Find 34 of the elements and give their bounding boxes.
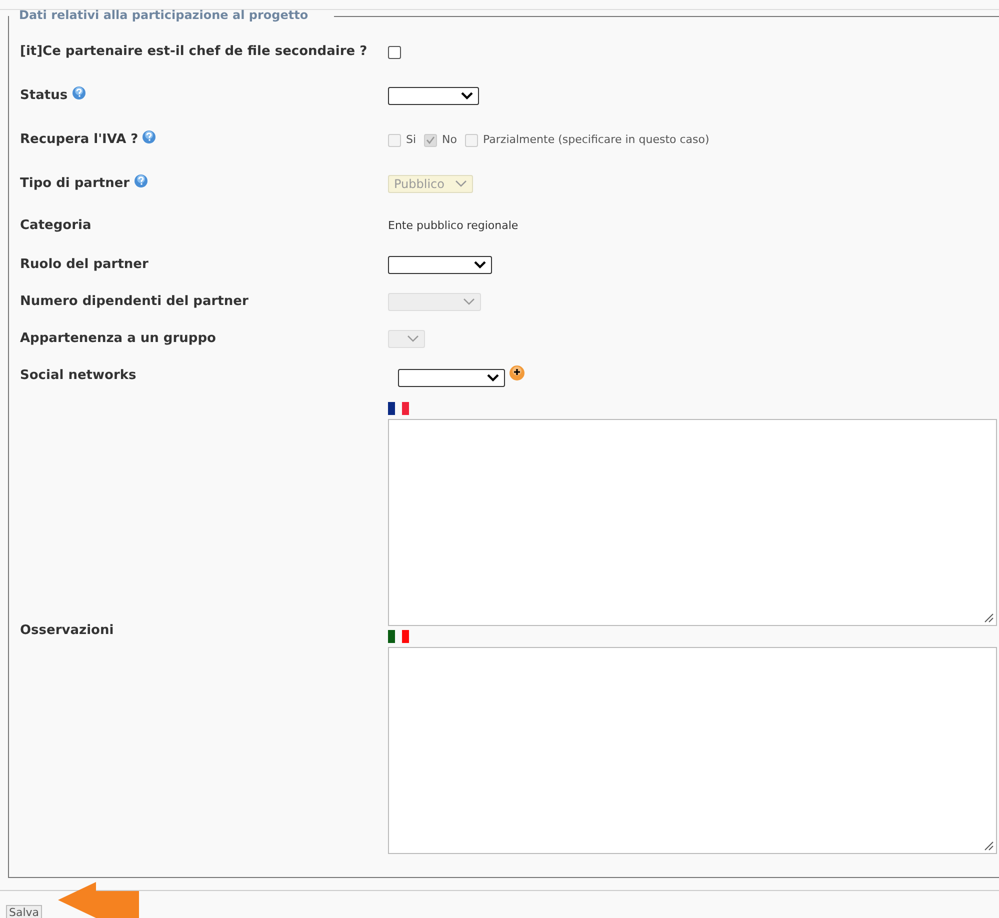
- field-label: Appartenenza a un gruppo: [20, 331, 216, 346]
- dropdown[interactable]: [398, 369, 505, 387]
- resize-handle-icon[interactable]: [984, 613, 994, 623]
- section-legend: Dati relativi alla participazione al progetto: [19, 8, 308, 22]
- chevron-icon: [487, 374, 499, 382]
- field-label: Social networks: [20, 368, 136, 383]
- flag-icon[interactable]: [388, 630, 410, 643]
- help-icon[interactable]: [142, 130, 156, 144]
- field-label: [it]Ce partenaire est-il chef de file secondaire ?: [20, 44, 368, 60]
- dropdown[interactable]: [388, 87, 479, 105]
- chevron-icon: [463, 298, 475, 306]
- field-value: Ente pubblico regionale: [388, 218, 518, 234]
- chevron-icon: [461, 92, 473, 100]
- resize-handle-icon[interactable]: [984, 841, 994, 851]
- dropdown[interactable]: [388, 256, 492, 274]
- field-label: Categoria: [20, 218, 92, 234]
- field-label: Osservazioni: [20, 623, 114, 638]
- flag-icon[interactable]: [388, 402, 410, 415]
- field-label: Tipo di partner: [20, 176, 130, 192]
- chevron-icon: [455, 180, 467, 188]
- arrow-icon: [58, 882, 139, 918]
- chevron-icon: [474, 261, 486, 269]
- field-label: Recupera l'IVA ?: [20, 132, 138, 148]
- field-label: Status: [20, 88, 68, 104]
- chevron-icon: [407, 335, 419, 343]
- add-icon[interactable]: [509, 365, 525, 381]
- option-label: Si: [406, 132, 416, 148]
- checkbox[interactable]: [388, 46, 401, 58]
- help-icon[interactable]: [72, 86, 86, 100]
- option-label: Parzialmente (specificare in questo caso): [483, 132, 710, 148]
- field-label: Ruolo del partner: [20, 257, 148, 272]
- field-label: Numero dipendenti del partner: [20, 294, 248, 310]
- option-label: No: [442, 132, 458, 148]
- save-button[interactable]: Salva: [6, 905, 42, 918]
